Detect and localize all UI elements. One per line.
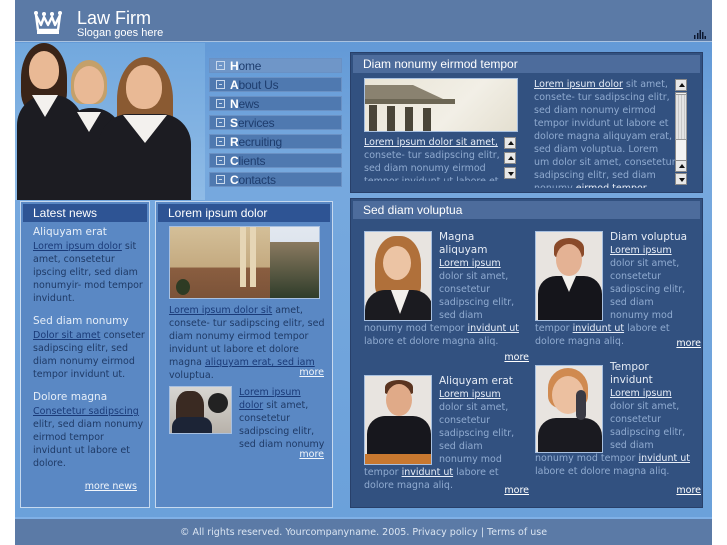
site-title: Law Firm <box>77 8 152 28</box>
plus-box-icon <box>216 118 225 127</box>
team-member-link[interactable]: Lorem ipsum <box>610 388 672 399</box>
team-member-name: Aliquyam erat <box>439 375 513 387</box>
footer: © All rights reserved. Yourcompanyname. … <box>15 517 712 545</box>
nav-item-about-us[interactable]: About Us <box>209 77 342 92</box>
plus-box-icon <box>216 175 225 184</box>
site-slogan: Slogan goes here <box>77 27 164 39</box>
arrow-down-icon <box>679 178 685 182</box>
news-item-title: Sed diam nonumy <box>33 315 129 327</box>
scroll-up-button[interactable] <box>504 152 516 164</box>
courthouse-photo <box>364 78 518 132</box>
main-nav: Home About Us News Services Recruiting C… <box>209 58 342 191</box>
latest-news-panel: Latest news Aliquyam erat Lorem ipsum do… <box>20 201 150 508</box>
team-member-link[interactable]: Lorem ipsum <box>610 245 672 256</box>
plus-box-icon <box>216 156 225 165</box>
scrollbar-thumb[interactable] <box>675 94 687 140</box>
article-link[interactable]: aliquyam erat, sed iam <box>205 357 315 368</box>
scroll-down-button[interactable] <box>675 173 687 185</box>
news-item-title: Dolore magna <box>33 391 108 403</box>
office-worker-photo <box>169 386 232 434</box>
latest-news-heading: Latest news <box>23 204 147 222</box>
more-news-link[interactable]: more news <box>85 481 137 493</box>
featured-panel: Diam nonumy eirmod tempor Lorem ipsum do… <box>350 52 703 193</box>
arrow-up-icon <box>679 164 685 168</box>
nav-item-contacts[interactable]: Contacts <box>209 172 342 187</box>
scroll-up-button[interactable] <box>675 160 687 172</box>
news-item: Aliquyam erat Lorem ipsum dolor sit amet… <box>33 225 145 305</box>
team-member-card: Diam voluptua Lorem ipsum dolor sit amet… <box>535 231 701 349</box>
team-member-link[interactable]: invidunt ut <box>402 467 454 478</box>
terms-of-use-link[interactable]: Terms of use <box>487 527 547 538</box>
hero-team-photo <box>15 43 205 200</box>
featured-right-link[interactable]: Lorem ipsum dolor <box>534 79 623 90</box>
more-link[interactable]: more <box>299 367 324 379</box>
more-link[interactable]: more <box>504 352 529 364</box>
team-member-card: Aliquyam erat Lorem ipsum dolor sit amet… <box>364 375 529 496</box>
nav-item-clients[interactable]: Clients <box>209 153 342 168</box>
team-heading: Sed diam voluptua <box>353 201 700 219</box>
arrow-down-icon <box>508 172 514 176</box>
more-link[interactable]: more <box>504 485 529 497</box>
more-link[interactable]: more <box>676 485 701 497</box>
scroll-up-button[interactable] <box>675 79 687 91</box>
news-item-link[interactable]: Lorem ipsum dolor <box>33 241 122 252</box>
news-item: Sed diam nonumy Dolor sit amet conseter … <box>33 315 145 380</box>
scroll-up-button[interactable] <box>504 137 516 149</box>
team-member-card: Tempor invidunt Lorem ipsum dolor sit am… <box>535 361 701 496</box>
team-member-name: Diam voluptua <box>610 231 688 243</box>
arrow-up-icon <box>679 83 685 87</box>
featured-right-text: Lorem ipsum dolor sit amet, consete- tur… <box>534 78 676 188</box>
nav-item-services[interactable]: Services <box>209 115 342 130</box>
news-item: Dolore magna Consetetur sadipscing elitr… <box>33 391 144 469</box>
team-member-name: Tempor invidunt <box>610 361 653 386</box>
nav-item-news[interactable]: News <box>209 96 342 111</box>
article-link[interactable]: Lorem ipsum dolor sit <box>169 305 272 316</box>
news-item-link[interactable]: Dolor sit amet <box>33 330 100 341</box>
lorem-panel: Lorem ipsum dolor Lorem ipsum dolor sit … <box>155 201 333 508</box>
arrow-up-icon <box>508 141 514 145</box>
featured-left-link[interactable]: Lorem ipsum dolor sit amet, <box>364 137 498 148</box>
bar-chart-icon[interactable] <box>694 30 706 39</box>
plus-box-icon <box>216 137 225 146</box>
lorem-panel-heading: Lorem ipsum dolor <box>158 204 330 222</box>
team-member-link[interactable]: invidunt ut <box>638 453 690 464</box>
footer-text: © All rights reserved. Yourcompanyname. … <box>15 527 712 539</box>
crown-icon <box>34 11 62 34</box>
copyright-text: © All rights reserved. Yourcompanyname. … <box>179 527 410 538</box>
person-photo <box>95 57 195 200</box>
plus-box-icon <box>216 80 225 89</box>
privacy-policy-link[interactable]: Privacy policy <box>412 527 477 538</box>
team-member-link[interactable]: invidunt ut <box>467 323 519 334</box>
news-item-link[interactable]: Consetetur sadipscing <box>33 406 139 417</box>
featured-heading: Diam nonumy eirmod tempor <box>353 55 700 73</box>
more-link[interactable]: more <box>299 449 324 461</box>
arrow-up-icon <box>508 156 514 160</box>
plus-box-icon <box>216 61 225 70</box>
team-panel: Sed diam voluptua Magna aliquyam Lorem i… <box>350 198 703 508</box>
team-member-link[interactable]: Lorem ipsum <box>439 258 501 269</box>
news-item-title: Aliquyam erat <box>33 226 107 238</box>
nav-item-home[interactable]: Home <box>209 58 342 73</box>
team-member-name: Magna aliquyam <box>439 231 488 256</box>
lorem-article2-text: Lorem ipsum dolor sit amet, consetetur s… <box>239 387 325 450</box>
featured-left-text: Lorem ipsum dolor sit amet, consete- tur… <box>364 137 500 181</box>
plus-box-icon <box>216 99 225 108</box>
team-member-link[interactable]: Lorem ipsum <box>439 389 501 400</box>
footer-separator: | <box>480 527 485 538</box>
team-member-link[interactable]: invidunt ut <box>573 323 625 334</box>
nav-item-recruiting[interactable]: Recruiting <box>209 134 342 149</box>
header: Law Firm Slogan goes here <box>15 0 712 42</box>
team-member-card: Magna aliquyam Lorem ipsum dolor sit ame… <box>364 231 529 363</box>
more-link[interactable]: more <box>676 338 701 350</box>
page: Law Firm Slogan goes here Home About Us … <box>15 0 712 545</box>
building-photo <box>169 226 320 299</box>
scroll-down-button[interactable] <box>504 167 516 179</box>
